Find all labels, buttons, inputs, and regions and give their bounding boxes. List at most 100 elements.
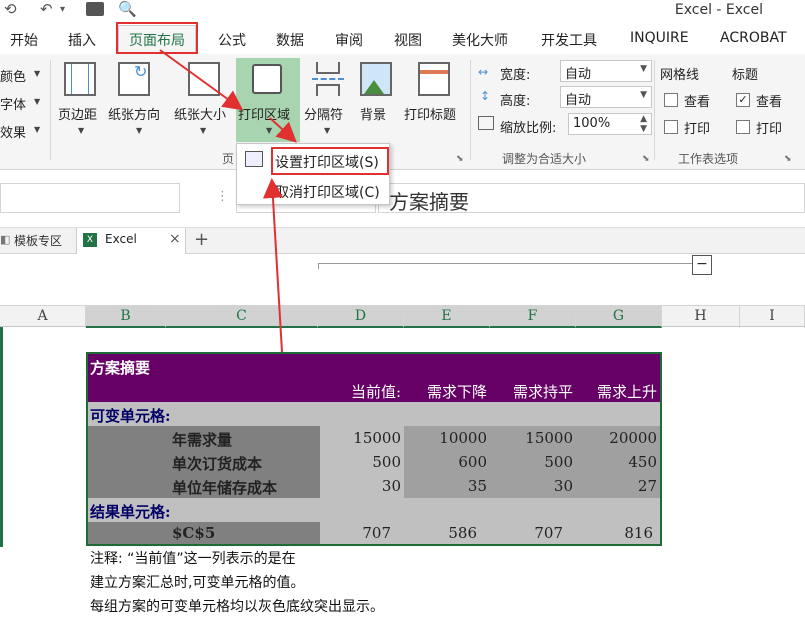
dialog-launcher-icon[interactable]: ⬊ bbox=[784, 154, 792, 164]
spinner-arrows-icon: ▲ ▼ bbox=[640, 114, 647, 134]
orientation-button[interactable]: 纸张方向 ▼ bbox=[106, 54, 172, 146]
headings-view-checkbox[interactable]: ✓ bbox=[736, 93, 750, 107]
colors-button[interactable]: 颜色 bbox=[0, 66, 26, 85]
cell-d[interactable]: 15000 bbox=[320, 426, 404, 450]
fonts-button[interactable]: 字体 bbox=[0, 94, 26, 113]
column-headers: A B C D E F G H I bbox=[0, 305, 805, 328]
result-cell-d[interactable]: 707 bbox=[320, 521, 394, 545]
paper-size-label: 纸张大小 bbox=[174, 108, 227, 123]
tab-inquire[interactable]: INQUIRE bbox=[630, 30, 689, 46]
cell-d[interactable]: 500 bbox=[320, 450, 404, 474]
print-titles-label: 打印标题 bbox=[404, 108, 457, 123]
column-header-h[interactable]: H bbox=[662, 306, 740, 328]
highlight-box-menu bbox=[271, 147, 389, 175]
cell-f[interactable]: 30 bbox=[490, 474, 576, 498]
column-header-g[interactable]: G bbox=[576, 306, 662, 328]
tab-acrobat[interactable]: ACROBAT bbox=[720, 30, 787, 46]
print-titles-button[interactable]: 打印标题 bbox=[398, 54, 466, 146]
scale-label: 缩放比例: bbox=[500, 121, 557, 136]
headings-print-checkbox[interactable] bbox=[736, 120, 750, 134]
column-header-c[interactable]: C bbox=[166, 306, 318, 328]
print-preview-icon[interactable]: 🔍 bbox=[118, 0, 137, 18]
close-icon[interactable]: × bbox=[169, 231, 181, 247]
column-header-b[interactable]: B bbox=[86, 306, 166, 328]
height-icon: ↕ bbox=[480, 89, 491, 103]
excel-icon: X bbox=[83, 233, 97, 247]
cell-f[interactable]: 500 bbox=[490, 450, 576, 474]
group-label-scale: 调整为合适大小 bbox=[502, 152, 587, 166]
clear-print-area-menu-item[interactable]: 取消打印区域(C) bbox=[237, 176, 389, 204]
result-cell-f[interactable]: 707 bbox=[490, 521, 566, 545]
headings-print-label: 打印 bbox=[756, 122, 783, 137]
column-header-e[interactable]: E bbox=[404, 306, 490, 328]
tab-view[interactable]: 视图 bbox=[394, 30, 422, 50]
scenario-table[interactable]: 方案摘要 当前值: 需求下降 需求持平 需求上升 可变单元格: 年需求量 150… bbox=[86, 352, 662, 546]
margins-label: 页边距 bbox=[58, 108, 98, 123]
cell-g[interactable]: 20000 bbox=[576, 426, 660, 450]
column-header-f[interactable]: F bbox=[490, 306, 576, 328]
tab-data[interactable]: 数据 bbox=[276, 30, 304, 50]
excel-doc-tab[interactable]: X Excel × bbox=[76, 228, 186, 254]
chevron-down-icon: ▼ bbox=[34, 69, 41, 78]
print-area-button[interactable]: 打印区域 ▼ bbox=[236, 58, 300, 142]
dialog-launcher-icon[interactable]: ⬊ bbox=[456, 154, 464, 164]
breaks-button[interactable]: 分隔符 ▼ bbox=[302, 54, 354, 146]
tab-developer[interactable]: 开发工具 bbox=[541, 30, 597, 50]
header-demand-down: 需求下降 bbox=[426, 383, 487, 401]
cell-d[interactable]: 30 bbox=[320, 474, 404, 498]
column-header-d[interactable]: D bbox=[318, 306, 404, 328]
headings-view-label: 查看 bbox=[756, 95, 783, 110]
undo-icon[interactable]: ↶ bbox=[40, 0, 53, 18]
window-title: Excel - Excel bbox=[674, 2, 763, 18]
gridlines-view-label: 查看 bbox=[684, 95, 711, 110]
scale-spinner[interactable]: 100% ▲ ▼ bbox=[568, 113, 652, 135]
cell-e[interactable]: 600 bbox=[404, 450, 490, 474]
formula-bar: ⋮ 方案摘要 bbox=[0, 171, 805, 228]
templates-tab[interactable]: 模板专区 bbox=[14, 232, 62, 249]
chevron-down-icon: ▼ bbox=[640, 90, 647, 100]
cell-e[interactable]: 35 bbox=[404, 474, 490, 498]
background-button[interactable]: 背景 bbox=[354, 54, 398, 146]
tab-beautify[interactable]: 美化大师 bbox=[452, 30, 508, 50]
column-header-i[interactable]: I bbox=[740, 306, 805, 328]
scale-value: 100% bbox=[573, 116, 611, 131]
result-cell-g[interactable]: 816 bbox=[576, 521, 656, 545]
tab-home[interactable]: 开始 bbox=[10, 30, 38, 50]
result-cell-e[interactable]: 586 bbox=[404, 521, 480, 545]
margins-button[interactable]: 页边距 ▼ bbox=[54, 54, 106, 146]
templates-icon: ◧ bbox=[0, 233, 11, 246]
width-label: 宽度: bbox=[500, 68, 531, 83]
gridlines-print-checkbox[interactable] bbox=[664, 120, 678, 134]
tab-insert[interactable]: 插入 bbox=[68, 30, 96, 50]
chevron-down-icon: ▼ bbox=[136, 126, 143, 135]
outline-collapse-button[interactable]: − bbox=[692, 255, 712, 275]
paper-size-button[interactable]: 纸张大小 ▼ bbox=[172, 54, 234, 146]
row-label-annual-demand: 年需求量 bbox=[172, 431, 233, 449]
camera-icon[interactable] bbox=[86, 2, 104, 16]
note-line-2: 建立方案汇总时,可变单元格的值。 bbox=[90, 575, 305, 591]
header-current: 当前值: bbox=[350, 383, 401, 401]
redo-icon[interactable]: ⟲ bbox=[4, 0, 17, 18]
height-select[interactable]: 自动 ▼ bbox=[560, 86, 652, 108]
cell-g[interactable]: 27 bbox=[576, 474, 660, 498]
name-box[interactable] bbox=[0, 183, 180, 213]
add-tab-icon[interactable]: + bbox=[194, 229, 209, 250]
header-demand-up: 需求上升 bbox=[596, 383, 657, 401]
chevron-down-icon: ▼ bbox=[324, 126, 331, 135]
result-cells-label: 结果单元格: bbox=[90, 503, 171, 521]
result-section-right-bg bbox=[320, 498, 660, 522]
tab-formulas[interactable]: 公式 bbox=[218, 30, 246, 50]
column-header-a[interactable]: A bbox=[0, 306, 86, 328]
dropdown-icon[interactable]: ▾ bbox=[60, 4, 65, 15]
cell-e[interactable]: 10000 bbox=[404, 426, 490, 450]
cell-f[interactable]: 15000 bbox=[490, 426, 576, 450]
width-select[interactable]: 自动 ▼ bbox=[560, 60, 652, 82]
gridlines-view-checkbox[interactable] bbox=[664, 93, 678, 107]
formula-input[interactable]: 方案摘要 bbox=[378, 183, 805, 214]
tab-review[interactable]: 审阅 bbox=[335, 30, 363, 50]
formula-content: 方案摘要 bbox=[389, 190, 469, 214]
cell-g[interactable]: 450 bbox=[576, 450, 660, 474]
row-label-holding-cost: 单位年储存成本 bbox=[172, 479, 278, 497]
dialog-launcher-icon[interactable]: ⬊ bbox=[642, 154, 650, 164]
effects-button[interactable]: 效果 bbox=[0, 122, 26, 141]
